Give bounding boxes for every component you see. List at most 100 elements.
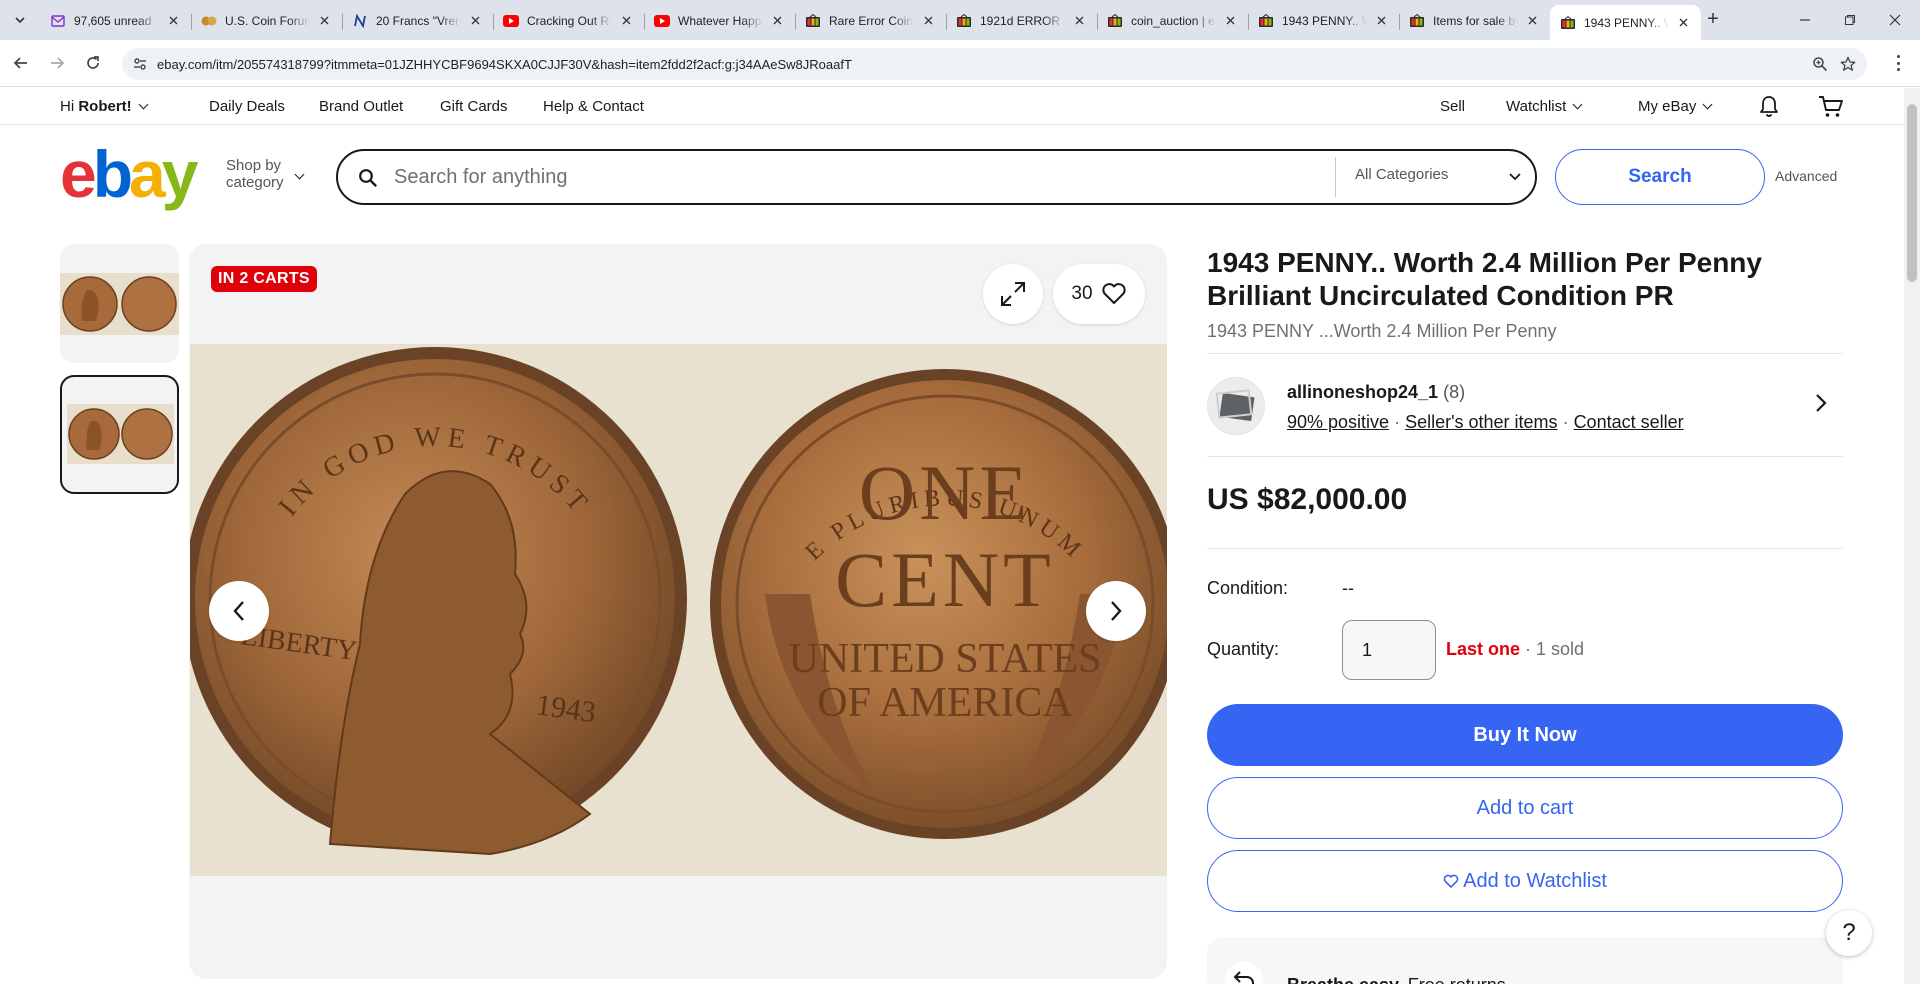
ebay-tab-icon xyxy=(1258,13,1274,29)
youtube-icon xyxy=(503,13,519,29)
minimize-icon[interactable] xyxy=(1793,8,1817,32)
ebay-page: Hi Robert! Daily Deals Brand Outlet Gift… xyxy=(0,88,1920,984)
tab-title: 20 Francs "Vreneli" xyxy=(376,13,461,28)
item-price: US $82,000.00 xyxy=(1207,483,1408,516)
contact-seller-link[interactable]: Contact seller xyxy=(1574,412,1684,432)
help-button[interactable]: ? xyxy=(1826,910,1872,956)
n-icon xyxy=(352,13,368,29)
close-tab-icon[interactable] xyxy=(769,13,785,29)
returns-text: Breathe easy. Free returns. xyxy=(1287,975,1511,984)
gift-cards-link[interactable]: Gift Cards xyxy=(440,98,508,115)
watch-count-button[interactable]: 30 xyxy=(1053,264,1145,324)
tab-title: 1943 PENNY.. Worth xyxy=(1282,13,1367,28)
shop-by-category-button[interactable]: Shop by category xyxy=(226,157,305,191)
close-tab-icon[interactable] xyxy=(467,13,483,29)
browser-tab[interactable]: Cracking Out Rare xyxy=(493,5,644,36)
tab-title: Cracking Out Rare xyxy=(527,13,612,28)
site-info-icon[interactable] xyxy=(132,56,148,72)
browser-tab[interactable]: 20 Francs "Vreneli" xyxy=(342,5,493,36)
greeting-menu[interactable]: Hi Robert! xyxy=(60,98,149,115)
browser-tab[interactable]: 1943 PENNY.. Worth xyxy=(1550,5,1701,40)
shop-by-line2: category xyxy=(226,174,284,191)
ebay-tab-icon xyxy=(1107,13,1123,29)
search-input[interactable] xyxy=(394,161,1294,193)
help-contact-link[interactable]: Help & Contact xyxy=(543,98,644,115)
thumbnail-1[interactable] xyxy=(60,244,179,363)
notification-bell-icon[interactable] xyxy=(1758,95,1780,123)
omnibox[interactable]: ebay.com/itm/205574318799?itmmeta=01JZHH… xyxy=(122,48,1867,80)
category-select[interactable]: All Categories xyxy=(1355,166,1448,183)
global-header-top: Hi Robert! Daily Deals Brand Outlet Gift… xyxy=(0,88,1904,125)
new-tab-button[interactable]: + xyxy=(1703,9,1723,30)
browser-tab[interactable]: 97,605 unread xyxy=(40,5,191,36)
shop-by-line1: Shop by xyxy=(226,157,282,174)
close-tab-icon[interactable] xyxy=(1373,13,1389,29)
seller-other-items-link[interactable]: Seller's other items xyxy=(1405,412,1558,432)
close-tab-icon[interactable] xyxy=(1222,13,1238,29)
my-ebay-menu[interactable]: My eBay xyxy=(1638,98,1713,115)
mail-icon xyxy=(50,13,66,29)
watchlist-menu[interactable]: Watchlist xyxy=(1506,98,1583,115)
tab-search-menu-icon[interactable] xyxy=(8,8,32,32)
close-tab-icon[interactable] xyxy=(165,13,181,29)
search-button[interactable]: Search xyxy=(1555,149,1765,205)
tab-title: Whatever Happened xyxy=(678,13,763,28)
returns-rest: Free returns. xyxy=(1408,975,1511,984)
expand-icon[interactable] xyxy=(983,264,1043,324)
back-icon[interactable] xyxy=(8,50,34,76)
reload-icon[interactable] xyxy=(80,50,106,76)
return-arrow-icon xyxy=(1225,961,1263,984)
advanced-search-link[interactable]: Advanced xyxy=(1775,168,1837,184)
chevron-left-icon xyxy=(233,601,244,621)
brand-outlet-link[interactable]: Brand Outlet xyxy=(319,98,403,115)
search-icon xyxy=(358,168,378,188)
browser-tab[interactable]: Rare Error Coins xyxy=(795,5,946,36)
ebay-logo[interactable]: ebay xyxy=(60,141,198,207)
close-window-icon[interactable] xyxy=(1883,8,1907,32)
quantity-input[interactable]: 1 xyxy=(1342,620,1436,680)
browser-tab[interactable]: 1921d ERROR LINCOLN xyxy=(946,5,1097,36)
close-tab-icon[interactable] xyxy=(1675,15,1691,31)
seller-name[interactable]: allinoneshop24_1 (8) xyxy=(1287,382,1465,403)
close-tab-icon[interactable] xyxy=(1524,13,1540,29)
scrollbar-thumb[interactable] xyxy=(1907,104,1917,282)
tab-title: coin_auction | eBay xyxy=(1131,13,1216,28)
browser-tab[interactable]: U.S. Coin Forum xyxy=(191,5,342,36)
returns-bold: Breathe easy. xyxy=(1287,975,1403,984)
restore-icon[interactable] xyxy=(1838,8,1862,32)
chevron-down-icon xyxy=(1508,169,1522,187)
close-tab-icon[interactable] xyxy=(1071,13,1087,29)
close-tab-icon[interactable] xyxy=(316,13,332,29)
next-image-button[interactable] xyxy=(1086,581,1146,641)
browser-tab[interactable]: coin_auction | eBay xyxy=(1097,5,1248,36)
svg-text:UNITED STATES: UNITED STATES xyxy=(789,636,1102,682)
in-carts-badge: IN 2 CARTS xyxy=(211,266,317,292)
buy-it-now-button[interactable]: Buy It Now xyxy=(1207,704,1843,766)
browser-tab[interactable]: Items for sale by xyxy=(1399,5,1550,36)
previous-image-button[interactable] xyxy=(209,581,269,641)
page-scrollbar[interactable] xyxy=(1904,88,1920,984)
coin-main-image[interactable]: IN GOD WE TRUST LIBERTY 1943 E PLURIBUS … xyxy=(190,344,1167,876)
quantity-availability: Last one · 1 sold xyxy=(1446,639,1585,659)
main-image-panel: IN 2 CARTS 30 IN GOD WE TRUST LIBERTY 19… xyxy=(189,244,1167,979)
zoom-icon[interactable] xyxy=(1812,56,1828,72)
seller-avatar[interactable] xyxy=(1207,377,1265,435)
add-to-watchlist-button[interactable]: Add to Watchlist xyxy=(1207,850,1843,912)
seller-positive-link[interactable]: 90% positive xyxy=(1287,412,1389,432)
close-tab-icon[interactable] xyxy=(920,13,936,29)
sell-link[interactable]: Sell xyxy=(1440,98,1465,115)
tab-title: 97,605 unread xyxy=(74,13,152,28)
cart-icon[interactable] xyxy=(1818,95,1844,123)
url-text[interactable]: ebay.com/itm/205574318799?itmmeta=01JZHH… xyxy=(157,57,852,72)
add-to-cart-button[interactable]: Add to cart xyxy=(1207,777,1843,839)
bookmark-star-icon[interactable] xyxy=(1840,56,1856,72)
tab-title: Items for sale by xyxy=(1433,13,1518,28)
thumbnail-2[interactable] xyxy=(60,375,179,494)
forward-icon[interactable] xyxy=(44,50,70,76)
daily-deals-link[interactable]: Daily Deals xyxy=(209,98,285,115)
browser-tab[interactable]: Whatever Happened xyxy=(644,5,795,36)
close-tab-icon[interactable] xyxy=(618,13,634,29)
browser-menu-icon[interactable] xyxy=(1888,52,1908,74)
chevron-right-icon[interactable] xyxy=(1815,393,1827,418)
browser-tab[interactable]: 1943 PENNY.. Worth xyxy=(1248,5,1399,36)
